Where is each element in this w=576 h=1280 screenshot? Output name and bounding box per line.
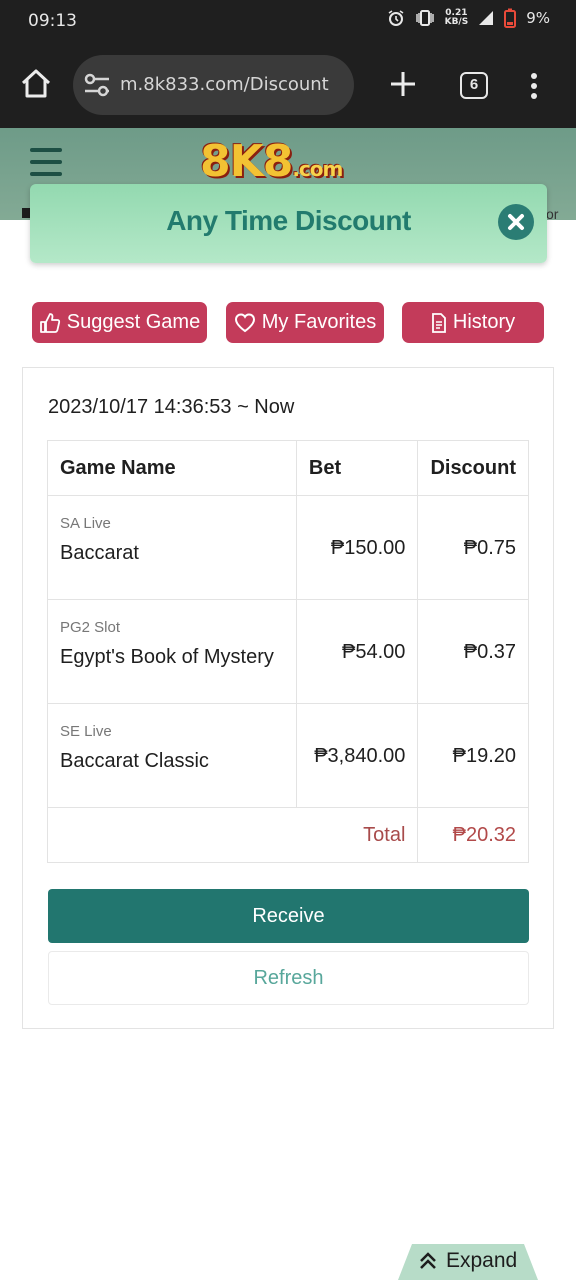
- provider-name: SA Live: [60, 515, 111, 532]
- bet-amount: ₱150.00: [330, 537, 406, 559]
- table-row: PG2 Slot Egypt's Book of Mystery ₱54.00 …: [48, 600, 528, 704]
- signal-icon: [479, 11, 494, 25]
- discount-amount: ₱0.37: [463, 641, 516, 663]
- receive-button[interactable]: Receive: [48, 889, 529, 943]
- suggest-game-button[interactable]: Suggest Game: [32, 302, 207, 343]
- my-favorites-label: My Favorites: [261, 311, 377, 333]
- header-game-name: Game Name: [48, 440, 297, 496]
- status-time: 09:13: [28, 11, 77, 31]
- game-name: Egypt's Book of Mystery: [60, 646, 274, 668]
- site-logo[interactable]: 8K8.com: [200, 136, 343, 187]
- hamburger-menu-icon[interactable]: [30, 148, 62, 176]
- status-bar: 09:13 0.21 KB/S 9%: [0, 0, 576, 42]
- total-label: Total: [48, 808, 419, 862]
- discount-card: 2023/10/17 14:36:53 ~ Now Game Name Bet …: [22, 367, 554, 1029]
- double-chevron-up-icon: [420, 1252, 436, 1269]
- refresh-button[interactable]: Refresh: [48, 951, 529, 1005]
- date-range: 2023/10/17 14:36:53 ~ Now: [48, 396, 295, 418]
- network-speed: 0.21 KB/S: [444, 8, 469, 27]
- close-icon: [508, 214, 524, 230]
- header-bet: Bet: [297, 440, 419, 496]
- discount-amount: ₱0.75: [463, 537, 516, 559]
- address-bar[interactable]: m.8k833.com/Discount: [73, 55, 354, 115]
- battery-percent: 9%: [526, 9, 550, 27]
- modal-header: Any Time Discount: [30, 184, 547, 263]
- alarm-icon: [388, 10, 404, 26]
- thumbs-up-icon: [39, 312, 60, 333]
- more-menu-icon[interactable]: [522, 71, 546, 101]
- table-row: SE Live Baccarat Classic ₱3,840.00 ₱19.2…: [48, 704, 528, 808]
- suggest-game-label: Suggest Game: [66, 311, 201, 333]
- heart-icon: [234, 312, 255, 332]
- document-icon: [431, 312, 446, 333]
- url-text[interactable]: m.8k833.com/Discount: [120, 74, 329, 95]
- provider-name: PG2 Slot: [60, 619, 121, 636]
- history-label: History: [452, 311, 516, 333]
- vibrate-icon: [415, 10, 434, 26]
- browser-toolbar: m.8k833.com/Discount 6: [0, 42, 576, 128]
- speaker-icon: [22, 208, 30, 218]
- bet-amount: ₱54.00: [342, 641, 406, 663]
- site-settings-icon[interactable]: [83, 73, 111, 97]
- header-discount: Discount: [430, 456, 516, 479]
- total-value: ₱20.32: [452, 823, 516, 846]
- discount-table: Game Name Bet Discount SA Live Baccarat …: [47, 440, 529, 863]
- expand-button[interactable]: Expand: [398, 1244, 538, 1280]
- status-icons: 0.21 KB/S 9%: [387, 8, 550, 28]
- home-icon[interactable]: [18, 66, 54, 102]
- bet-amount: ₱3,840.00: [314, 745, 406, 767]
- marquee-text: or: [546, 206, 559, 222]
- new-tab-icon[interactable]: [387, 68, 419, 100]
- total-row: Total ₱20.32: [48, 808, 528, 862]
- provider-name: SE Live: [60, 723, 112, 740]
- history-button[interactable]: History: [402, 302, 544, 343]
- game-name: Baccarat: [60, 542, 139, 564]
- my-favorites-button[interactable]: My Favorites: [226, 302, 384, 343]
- table-header-row: Game Name Bet Discount: [48, 440, 528, 496]
- close-button[interactable]: [498, 204, 534, 240]
- modal-title: Any Time Discount: [166, 205, 411, 236]
- tab-switcher-button[interactable]: 6: [460, 72, 488, 99]
- game-name: Baccarat Classic: [60, 750, 209, 772]
- discount-amount: ₱19.20: [452, 745, 516, 767]
- expand-label: Expand: [446, 1249, 518, 1272]
- battery-icon: [504, 8, 517, 28]
- table-row: SA Live Baccarat ₱150.00 ₱0.75: [48, 496, 528, 600]
